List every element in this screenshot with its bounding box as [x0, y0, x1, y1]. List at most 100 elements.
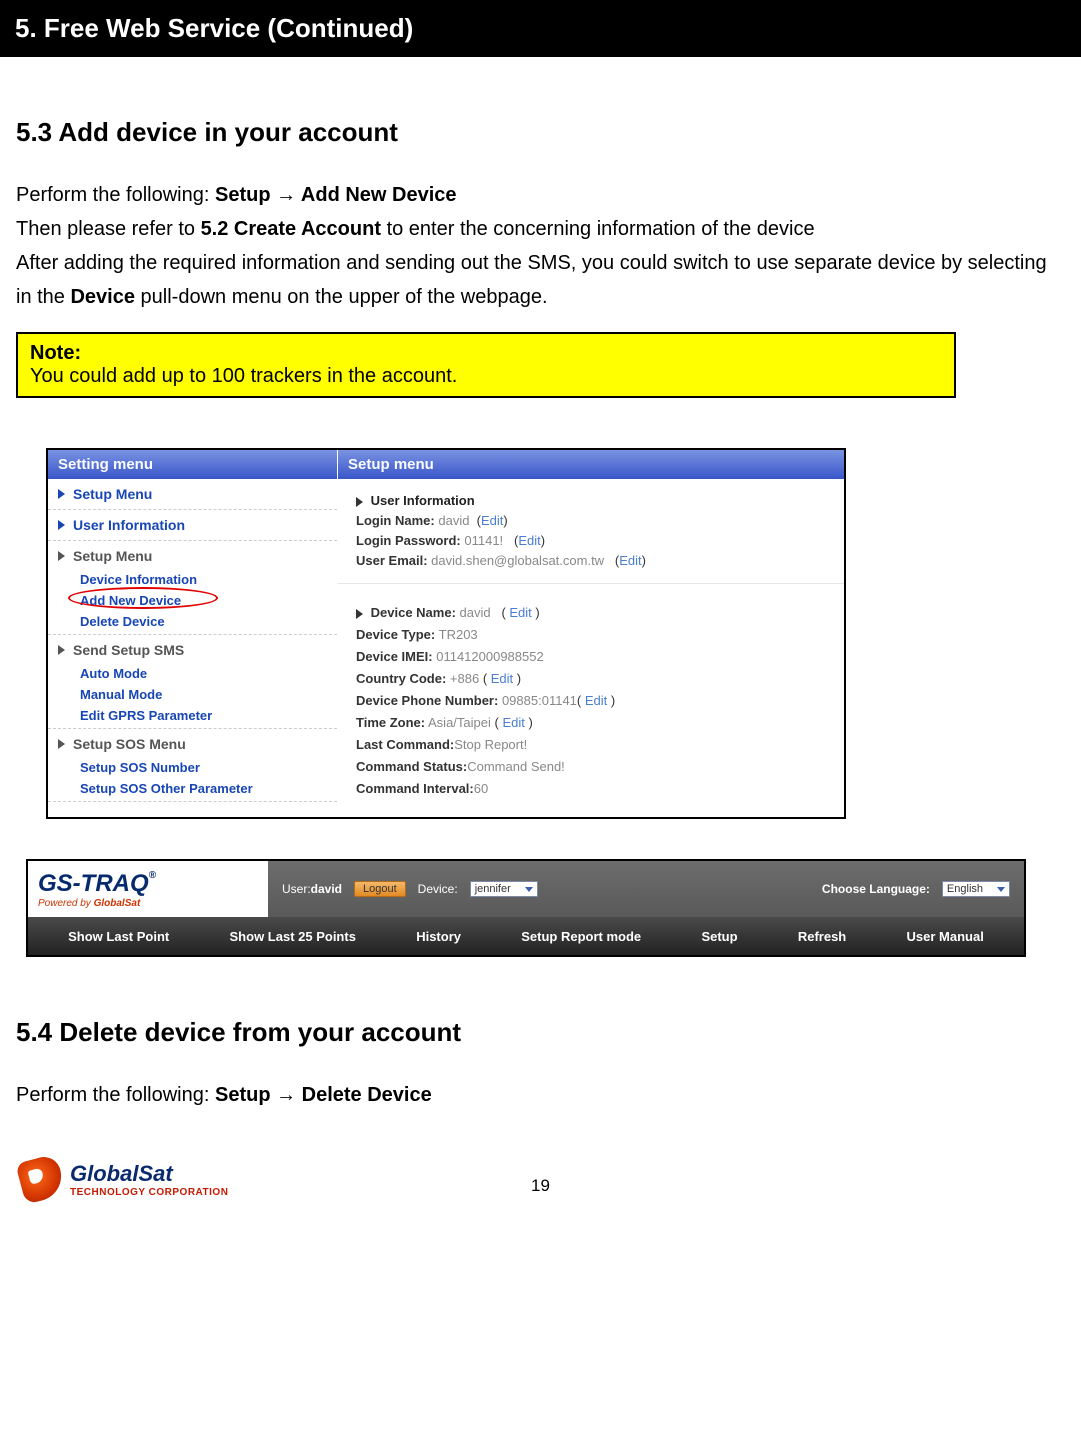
- gs-traq-logo: GS-TRAQ® Powered by GlobalSat: [28, 866, 268, 913]
- setup-menu-header: Setup menu: [338, 450, 844, 479]
- chevron-down-icon: [997, 887, 1005, 892]
- login-name-label: Login Name:: [356, 513, 435, 528]
- chevron-right-icon: [58, 489, 65, 499]
- device-phone-label: Device Phone Number:: [356, 693, 498, 708]
- nav-refresh[interactable]: Refresh: [790, 929, 854, 944]
- device-type-label: Device Type:: [356, 627, 435, 642]
- logo-sub-pre: Powered by: [38, 898, 94, 909]
- p2-post: to enter the concerning information of t…: [387, 218, 815, 240]
- chevron-right-icon: [58, 645, 65, 655]
- submenu-device-information[interactable]: Device Information: [48, 569, 337, 590]
- submenu-edit-gprs-parameter[interactable]: Edit GPRS Parameter: [48, 705, 337, 726]
- command-status-label: Command Status:: [356, 759, 467, 774]
- nav-history[interactable]: History: [408, 929, 469, 944]
- edit-device-phone-link[interactable]: Edit: [585, 693, 607, 708]
- country-code-label: Country Code:: [356, 671, 446, 686]
- device-select-value: jennifer: [475, 883, 511, 895]
- user-info-block: User Information Login Name: david (Edit…: [338, 479, 844, 584]
- menu-label: Send Setup SMS: [73, 642, 184, 658]
- p1-pre: Perform the following:: [16, 184, 215, 206]
- device-type-value: TR203: [439, 627, 478, 642]
- edit-login-name-link[interactable]: Edit: [481, 513, 503, 528]
- footer-logo-big: GlobalSat: [70, 1161, 228, 1187]
- note-title: Note:: [30, 342, 942, 365]
- nav-show-last-25-points[interactable]: Show Last 25 Points: [222, 929, 364, 944]
- submenu-auto-mode[interactable]: Auto Mode: [48, 663, 337, 684]
- setting-menu-header: Setting menu: [48, 450, 337, 479]
- time-zone-row: Time Zone: Asia/Taipei ( Edit ): [356, 715, 826, 730]
- chevron-right-icon: [58, 520, 65, 530]
- footer-logo-text: GlobalSat TECHNOLOGY CORPORATION: [70, 1161, 228, 1198]
- chevron-right-icon: [58, 551, 65, 561]
- note-body: You could add up to 100 trackers in the …: [30, 365, 942, 388]
- menu-setup-menu-2[interactable]: Setup Menu: [48, 543, 337, 569]
- logo-sub-bold: GlobalSat: [94, 898, 141, 909]
- user-info-heading: User Information: [356, 493, 826, 508]
- main-nav-bar: Show Last Point Show Last 25 Points Hist…: [28, 917, 1024, 955]
- login-name-row: Login Name: david (Edit): [356, 513, 826, 528]
- logout-button[interactable]: Logout: [354, 881, 406, 897]
- user-email-row: User Email: david.shen@globalsat.com.tw …: [356, 553, 826, 568]
- user-email-label: User Email:: [356, 553, 428, 568]
- footer-logo-small: TECHNOLOGY CORPORATION: [70, 1187, 228, 1198]
- device-phone-value: 09885:01141: [502, 693, 577, 708]
- p3-post: pull-down menu on the upper of the webpa…: [141, 286, 548, 308]
- device-select[interactable]: jennifer: [470, 881, 538, 897]
- logo-main-text: GS-TRAQ®: [38, 870, 258, 898]
- edit-user-email-link[interactable]: Edit: [619, 553, 641, 568]
- menu-user-information[interactable]: User Information: [48, 512, 337, 538]
- device-type-row: Device Type: TR203: [356, 627, 826, 642]
- language-select[interactable]: English: [942, 881, 1010, 897]
- user-info-label: User Information: [371, 493, 475, 508]
- setup-screenshot: Setting menu Setup Menu User Information…: [46, 448, 846, 819]
- section-5-4-paragraph: Perform the following: Setup → Delete De…: [16, 1078, 1065, 1112]
- submenu-manual-mode[interactable]: Manual Mode: [48, 684, 337, 705]
- time-zone-label: Time Zone:: [356, 715, 425, 730]
- menu-label: Setup Menu: [73, 486, 152, 502]
- edit-time-zone-link[interactable]: Edit: [502, 715, 524, 730]
- menu-label: User Information: [73, 517, 185, 533]
- menu-setup-menu-1[interactable]: Setup Menu: [48, 481, 337, 507]
- login-password-value: 01141!: [464, 533, 503, 548]
- language-select-value: English: [947, 883, 983, 895]
- country-code-row: Country Code: +886 ( Edit ): [356, 671, 826, 686]
- chevron-down-icon: [525, 887, 533, 892]
- submenu-setup-sos-number[interactable]: Setup SOS Number: [48, 757, 337, 778]
- edit-country-code-link[interactable]: Edit: [491, 671, 513, 686]
- nav-user-manual[interactable]: User Manual: [899, 929, 992, 944]
- page-header-bar: 5. Free Web Service (Continued): [0, 0, 1081, 57]
- nav-setup[interactable]: Setup: [693, 929, 745, 944]
- menu-setup-sos-menu[interactable]: Setup SOS Menu: [48, 731, 337, 757]
- menu-send-setup-sms[interactable]: Send Setup SMS: [48, 637, 337, 663]
- nav-setup-report-mode[interactable]: Setup Report mode: [513, 929, 649, 944]
- user-label-text: User:: [282, 882, 311, 896]
- page-header-title: 5. Free Web Service (Continued): [15, 13, 413, 43]
- p54-pre: Perform the following:: [16, 1084, 215, 1106]
- command-interval-value: 60: [474, 781, 488, 796]
- device-imei-value: 011412000988552: [436, 649, 544, 664]
- submenu-add-new-device[interactable]: Add New Device: [48, 590, 337, 611]
- nav-show-last-point[interactable]: Show Last Point: [60, 929, 177, 944]
- country-code-value: +886: [450, 671, 479, 686]
- login-password-label: Login Password:: [356, 533, 461, 548]
- section-5-4-heading: 5.4 Delete device from your account: [16, 1017, 1065, 1048]
- p1-bold: Setup → Add New Device: [215, 184, 457, 206]
- logo-subtitle: Powered by GlobalSat: [38, 898, 258, 909]
- command-interval-row: Command Interval:60: [356, 781, 826, 796]
- time-zone-value: Asia/Taipei: [428, 715, 491, 730]
- submenu-label: Add New Device: [80, 593, 181, 608]
- device-phone-row: Device Phone Number: 09885:01141( Edit ): [356, 693, 826, 708]
- device-name-row: Device Name: david ( Edit ): [356, 605, 826, 620]
- device-name-value: david: [460, 605, 491, 620]
- navbar-screenshot: GS-TRAQ® Powered by GlobalSat User:david…: [26, 859, 1026, 957]
- triangle-right-icon: [356, 497, 363, 507]
- login-password-row: Login Password: 01141! (Edit): [356, 533, 826, 548]
- user-label: User:david: [282, 882, 342, 896]
- submenu-setup-sos-other-parameter[interactable]: Setup SOS Other Parameter: [48, 778, 337, 799]
- submenu-delete-device[interactable]: Delete Device: [48, 611, 337, 632]
- edit-device-name-link[interactable]: Edit: [509, 605, 531, 620]
- command-status-row: Command Status:Command Send!: [356, 759, 826, 774]
- setup-menu-panel: Setup menu User Information Login Name: …: [338, 450, 844, 817]
- edit-login-password-link[interactable]: Edit: [518, 533, 540, 548]
- device-imei-label: Device IMEI:: [356, 649, 433, 664]
